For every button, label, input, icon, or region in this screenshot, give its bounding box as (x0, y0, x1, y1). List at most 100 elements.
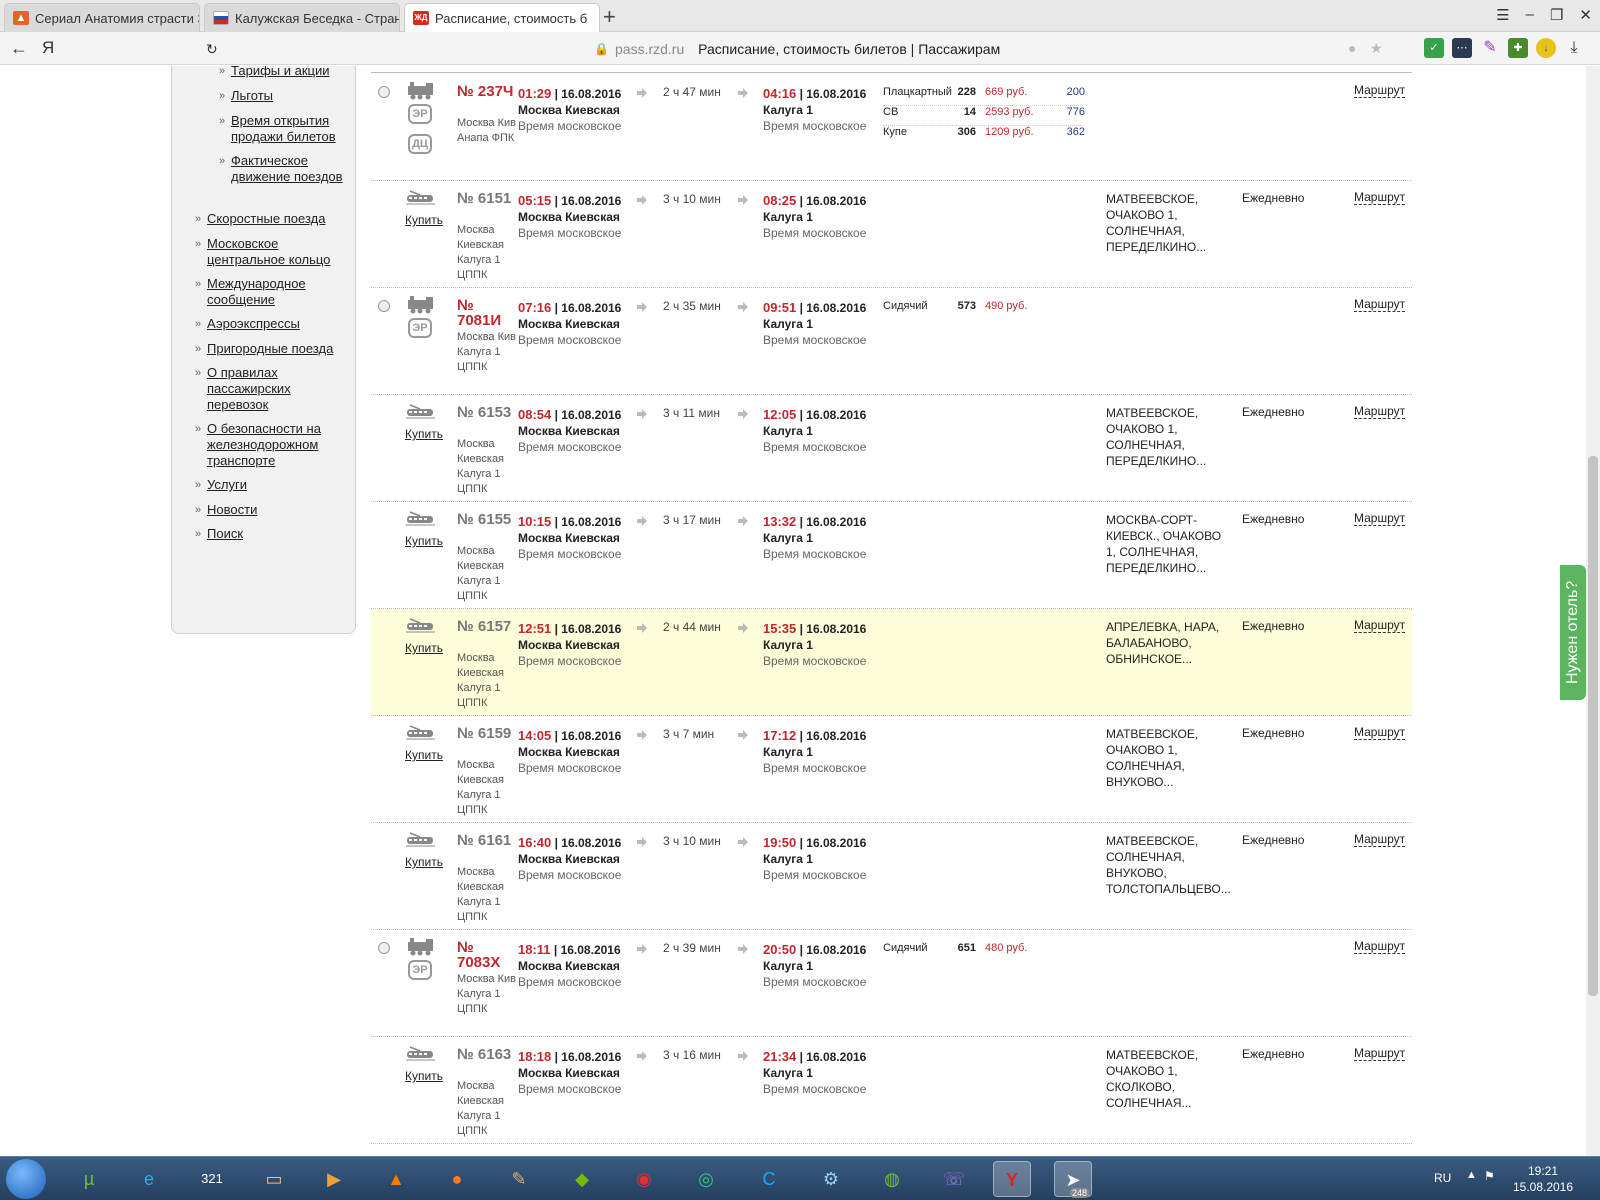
train-row: Купить № 6151 Москва Киевская Калуга 1 ЦПП… (371, 181, 1412, 288)
train-number: № 6151 (457, 190, 512, 207)
sidebar-sub-actual-movement[interactable]: Фактическое движение поездов (219, 153, 349, 185)
select-train-radio[interactable] (378, 300, 390, 312)
buy-link[interactable]: Купить (405, 641, 443, 655)
fare-row[interactable]: СВ 14 2593 руб. 776 (883, 106, 1085, 126)
sidebar-item-aeroexpress[interactable]: Аэроэкспрессы (195, 316, 347, 332)
tab-anatomy[interactable]: ▲ Сериал Анатомия страсти 3 (4, 3, 200, 32)
gift-ext-icon[interactable]: ✚ (1508, 38, 1528, 58)
utorrent-icon[interactable]: µ (70, 1161, 108, 1197)
sidebar-sub-benefits[interactable]: Льготы (219, 88, 349, 104)
firefox-icon[interactable]: ● (438, 1161, 476, 1197)
train-number[interactable]: № 7083Х (457, 940, 517, 970)
train-number[interactable]: № 237Ч (457, 84, 517, 99)
separator: | (551, 301, 562, 315)
nvidia-icon[interactable]: ◆ (563, 1161, 601, 1197)
dots-ext-icon[interactable]: ⋯ (1452, 38, 1472, 58)
tray-expand-icon[interactable]: ▲ (1466, 1169, 1477, 1181)
sidebar-item-safety[interactable]: О безопасности на железнодорожном трансп… (195, 421, 347, 469)
sidebar-item-fast-trains[interactable]: Скоростные поезда (195, 211, 347, 227)
network-globe-icon[interactable]: ◍ (873, 1161, 911, 1197)
ccleaner-icon[interactable]: C (750, 1161, 788, 1197)
select-train-radio[interactable] (378, 942, 390, 954)
tab-kaluga[interactable]: Калужская Беседка - Страница (204, 3, 400, 32)
telegram-icon[interactable]: ➤ 248 (1054, 1161, 1092, 1198)
language-indicator[interactable]: RU (1434, 1171, 1451, 1185)
buy-link[interactable]: Купить (405, 1069, 443, 1083)
menu-icon[interactable]: ☰ (1496, 6, 1509, 24)
fare-row[interactable]: Купе 306 1209 руб. 362 (883, 126, 1085, 146)
sidebar-sub-sale-time[interactable]: Время открытия продажи билетов (219, 113, 349, 145)
sidebar-item-services[interactable]: Услуги (195, 477, 347, 493)
file-explorer-icon[interactable]: ▭ (255, 1161, 293, 1197)
maximize-icon[interactable]: ❐ (1550, 6, 1563, 24)
new-tab-button[interactable]: + (603, 4, 616, 30)
vlc-icon[interactable]: ▲ (377, 1161, 415, 1197)
shield-app-icon[interactable]: ◎ (687, 1161, 725, 1197)
buy-link[interactable]: Купить (405, 534, 443, 548)
sidebar-item-search[interactable]: Поиск (195, 526, 347, 542)
departure-line: 10:15 | 16.08.2016 (518, 514, 648, 529)
buy-link[interactable]: Купить (405, 748, 443, 762)
media-player-classic-icon[interactable]: 321 (193, 1161, 231, 1197)
internet-explorer-icon[interactable]: e (130, 1161, 168, 1197)
feather-icon[interactable]: ✎ (1480, 38, 1500, 58)
scrollbar-thumb[interactable] (1588, 456, 1598, 996)
windows-start-button[interactable] (6, 1159, 46, 1199)
need-hotel-tab[interactable]: Нужен отель? (1560, 565, 1586, 700)
page-content: Тарифы и акции Льготы Время открытия про… (0, 66, 1600, 1156)
route-link[interactable]: Маршрут (1354, 191, 1406, 205)
network-app-icon[interactable]: ⚙ (812, 1161, 850, 1197)
stops-list: МАТВЕЕВСКОЕ, ОЧАКОВО 1, СКОЛКОВО, СОЛНЕЧ… (1106, 1048, 1199, 1110)
sidebar-item-news[interactable]: Новости (195, 502, 347, 518)
departure-station: Москва Киевская (518, 852, 620, 866)
back-icon[interactable]: ← (10, 38, 28, 59)
train-number[interactable]: № 7081И (457, 298, 517, 328)
lightbulb-icon[interactable]: ● (1348, 40, 1356, 56)
reload-icon[interactable]: ↻ (206, 41, 218, 58)
tab-rzd[interactable]: ЖД Расписание, стоимость б (404, 3, 600, 33)
fare-row[interactable]: Сидячий 573 490 руб. (883, 300, 1083, 320)
arrow-right-icon (738, 944, 748, 954)
sidebar-item-suburban[interactable]: Пригородные поезда (195, 341, 347, 357)
fare-row[interactable]: Сидячий 651 480 руб. (883, 942, 1083, 962)
antivirus-icon[interactable]: ◉ (625, 1161, 663, 1197)
star-icon[interactable]: ★ (1370, 40, 1383, 57)
buy-link[interactable]: Купить (405, 855, 443, 869)
downloads-icon[interactable]: ⤓ (1564, 38, 1584, 58)
close-icon[interactable]: ✕ (1579, 6, 1592, 24)
separator: | (796, 836, 807, 850)
yandex-home-icon[interactable]: Я (42, 38, 54, 58)
minimize-icon[interactable]: – (1526, 6, 1534, 24)
sidebar-item-rules[interactable]: О правилах пассажирских перевозок (195, 365, 347, 413)
paint-icon[interactable]: ✎ (500, 1161, 538, 1197)
fare-row[interactable]: Плацкартный 228 669 руб. 200 (883, 86, 1085, 106)
buy-link[interactable]: Купить (405, 427, 443, 441)
route-link[interactable]: Маршрут (1354, 726, 1406, 740)
savefrom-icon[interactable]: ↓ (1536, 38, 1556, 58)
electric-train-icon (406, 832, 435, 847)
arrival-block: 04:16 | 16.08.2016 Калуга 1 Время московск… (763, 86, 893, 133)
route-link[interactable]: Маршрут (1354, 84, 1406, 98)
viber-icon[interactable]: ☏ (935, 1161, 973, 1197)
sidebar-sub-tariffs[interactable]: Тарифы и акции (219, 66, 349, 79)
route-link[interactable]: Маршрут (1354, 940, 1406, 954)
adguard-icon[interactable]: ✓ (1424, 38, 1444, 58)
route-link[interactable]: Маршрут (1354, 512, 1406, 526)
route-link[interactable]: Маршрут (1354, 405, 1406, 419)
departure-station: Москва Киевская (518, 638, 620, 652)
route-link[interactable]: Маршрут (1354, 619, 1406, 633)
yandex-browser-icon[interactable]: Y (993, 1161, 1031, 1197)
url-field[interactable]: pass.rzd.ru Расписание, стоимость билето… (615, 41, 1000, 57)
select-train-radio[interactable] (378, 86, 390, 98)
route-link[interactable]: Маршрут (1354, 833, 1406, 847)
page-scrollbar[interactable] (1586, 66, 1600, 1156)
system-clock[interactable]: 19:21 15.08.2016 (1508, 1163, 1578, 1195)
route-link[interactable]: Маршрут (1354, 298, 1406, 312)
sidebar-item-international[interactable]: Международное сообщение (195, 276, 347, 308)
buy-link[interactable]: Купить (405, 213, 443, 227)
sidebar-item-mcc[interactable]: Московское центральное кольцо (195, 236, 347, 268)
route-link[interactable]: Маршрут (1354, 1047, 1406, 1061)
flag-tray-icon[interactable]: ⚑ (1484, 1169, 1495, 1183)
arrival-timezone: Время московское (763, 654, 867, 668)
media-player-icon[interactable]: ▶ (315, 1161, 353, 1197)
